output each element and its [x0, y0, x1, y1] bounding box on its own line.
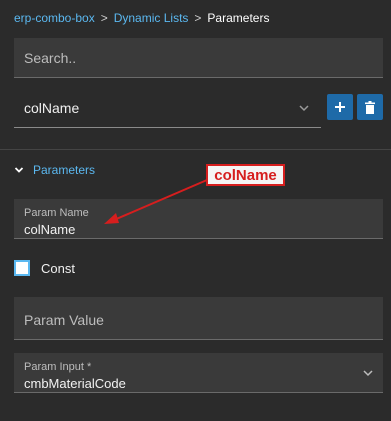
search-input[interactable] [14, 38, 383, 77]
list-select-combo[interactable]: colName [14, 90, 321, 128]
param-name-label: Param Name [24, 207, 89, 219]
const-checkbox-row[interactable]: Const [14, 259, 75, 277]
delete-button[interactable] [357, 94, 383, 120]
breadcrumb-link-erp-combo-box[interactable]: erp-combo-box [14, 11, 95, 25]
breadcrumb-separator: > [100, 11, 108, 25]
breadcrumb-current: Parameters [207, 11, 270, 25]
const-checkbox[interactable] [14, 260, 30, 276]
trash-icon [365, 100, 375, 114]
const-label: Const [41, 260, 75, 276]
annotation-callout: colName [206, 164, 285, 186]
combo-selected-value: colName [24, 100, 80, 116]
breadcrumb-separator: > [194, 11, 202, 25]
annotation-text: colName [214, 166, 277, 184]
plus-icon [335, 102, 345, 112]
param-input-value: cmbMaterialCode [24, 376, 126, 391]
param-name-field[interactable]: Param Name colName [14, 199, 383, 239]
breadcrumb: erp-combo-box > Dynamic Lists > Paramete… [14, 10, 269, 26]
add-button[interactable] [327, 94, 353, 120]
param-input-label: Param Input * [24, 361, 92, 373]
param-input-select[interactable]: Param Input * cmbMaterialCode [14, 353, 383, 393]
param-value-placeholder: Param Value [24, 312, 104, 328]
chevron-down-icon [363, 370, 373, 377]
search-box [14, 38, 383, 78]
section-title: Parameters [33, 163, 96, 177]
chevron-down-icon [299, 105, 309, 112]
param-name-value: colName [24, 222, 76, 237]
chevron-down-icon [14, 167, 24, 173]
section-divider [0, 149, 391, 150]
breadcrumb-link-dynamic-lists[interactable]: Dynamic Lists [114, 11, 189, 25]
param-value-field[interactable]: Param Value [14, 297, 383, 340]
parameters-section-header[interactable]: Parameters [14, 162, 95, 178]
